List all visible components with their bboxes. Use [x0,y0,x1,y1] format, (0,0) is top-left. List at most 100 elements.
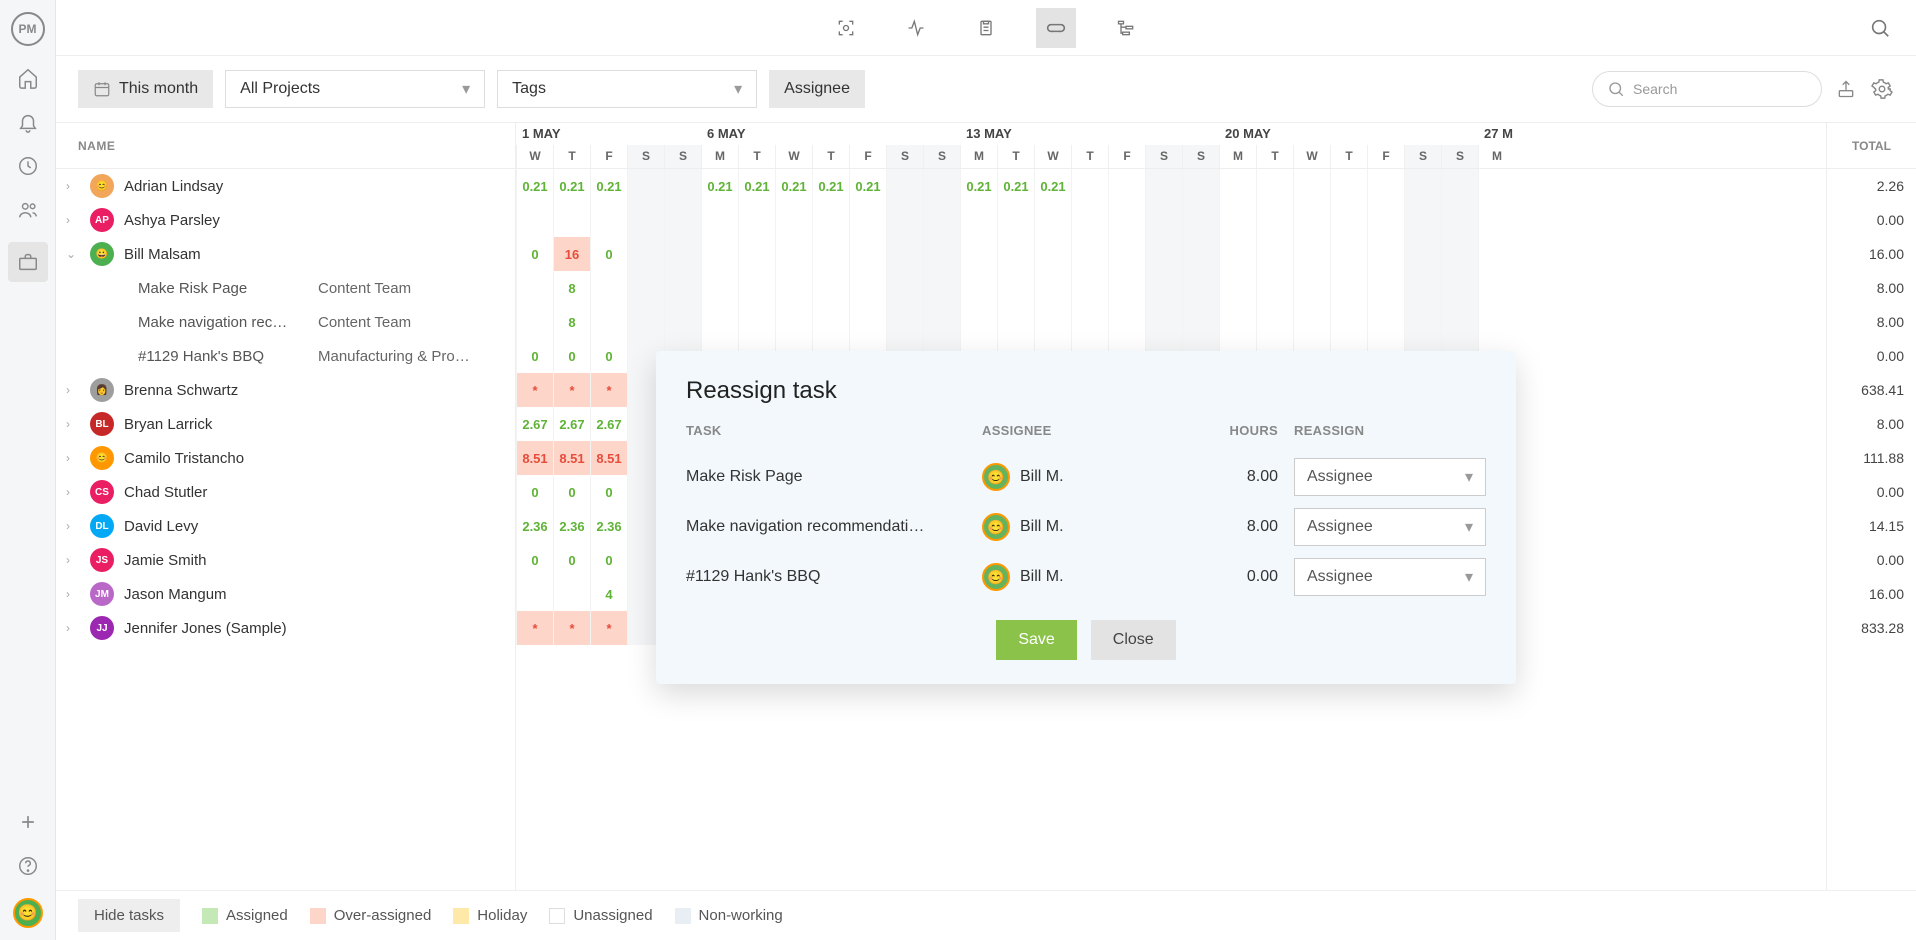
data-cell[interactable] [1034,237,1071,271]
data-cell[interactable] [1256,271,1293,305]
data-cell[interactable] [1182,203,1219,237]
data-cell[interactable] [1182,271,1219,305]
assignee-filter-button[interactable]: Assignee [769,70,865,108]
data-cell[interactable] [886,305,923,339]
data-cell[interactable] [1293,203,1330,237]
person-row[interactable]: ›JJJennifer Jones (Sample) [56,611,515,645]
data-cell[interactable]: 2.36 [590,509,627,543]
person-row[interactable]: ›CSChad Stutler [56,475,515,509]
data-cell[interactable]: 0.21 [812,169,849,203]
data-cell[interactable] [1478,305,1515,339]
data-cell[interactable]: 0 [553,543,590,577]
home-icon[interactable] [16,66,40,90]
data-cell[interactable] [960,305,997,339]
data-cell[interactable] [1293,237,1330,271]
data-cell[interactable]: 0.21 [960,169,997,203]
data-cell[interactable] [1404,237,1441,271]
data-cell[interactable] [701,305,738,339]
data-cell[interactable] [886,271,923,305]
data-cell[interactable] [1404,169,1441,203]
data-cell[interactable] [960,203,997,237]
data-cell[interactable]: 8.51 [516,441,553,475]
chevron-right-icon[interactable]: › [66,519,80,533]
help-icon[interactable] [16,854,40,878]
data-cell[interactable] [1330,271,1367,305]
data-cell[interactable] [738,305,775,339]
data-cell[interactable]: 0 [590,237,627,271]
data-cell[interactable] [627,271,664,305]
data-cell[interactable] [1034,305,1071,339]
data-cell[interactable] [1219,305,1256,339]
global-search-icon[interactable] [1860,8,1900,48]
data-cell[interactable]: 0.21 [849,169,886,203]
clock-icon[interactable] [16,154,40,178]
data-cell[interactable] [738,271,775,305]
data-cell[interactable]: 2.67 [553,407,590,441]
data-cell[interactable] [1478,237,1515,271]
data-cell[interactable] [775,271,812,305]
data-cell[interactable] [627,203,664,237]
chevron-right-icon[interactable]: › [66,179,80,193]
data-cell[interactable] [738,237,775,271]
plus-icon[interactable] [16,810,40,834]
data-cell[interactable] [1404,203,1441,237]
data-cell[interactable] [1256,305,1293,339]
data-cell[interactable]: 0 [590,543,627,577]
data-cell[interactable]: 2.67 [590,407,627,441]
data-cell[interactable] [553,203,590,237]
data-cell[interactable] [1441,237,1478,271]
data-cell[interactable]: 0.21 [775,169,812,203]
reassign-select[interactable]: Assignee▾ [1294,508,1486,546]
data-cell[interactable] [1071,237,1108,271]
data-cell[interactable]: * [553,611,590,645]
data-cell[interactable]: 0.21 [738,169,775,203]
data-cell[interactable] [1293,169,1330,203]
data-cell[interactable] [664,203,701,237]
data-cell[interactable] [1478,203,1515,237]
data-cell[interactable] [1108,169,1145,203]
data-cell[interactable] [701,203,738,237]
chevron-right-icon[interactable]: › [66,451,80,465]
data-cell[interactable] [1219,271,1256,305]
data-cell[interactable] [960,237,997,271]
task-row[interactable]: Make navigation rec…Content Team [56,305,515,339]
scan-icon[interactable] [826,8,866,48]
data-cell[interactable] [1441,203,1478,237]
data-cell[interactable]: 16 [553,237,590,271]
person-row[interactable]: ⌄😀Bill Malsam [56,237,515,271]
data-cell[interactable] [1145,271,1182,305]
data-cell[interactable]: 0 [590,475,627,509]
data-cell[interactable] [1367,203,1404,237]
data-cell[interactable] [1404,305,1441,339]
data-cell[interactable] [1108,237,1145,271]
task-row[interactable]: #1129 Hank's BBQManufacturing & Pro… [56,339,515,373]
flow-icon[interactable] [1106,8,1146,48]
person-row[interactable]: ›JSJamie Smith [56,543,515,577]
data-cell[interactable] [849,237,886,271]
data-cell[interactable] [1071,203,1108,237]
data-cell[interactable] [1367,237,1404,271]
data-cell[interactable] [1182,169,1219,203]
data-cell[interactable] [516,305,553,339]
data-cell[interactable] [775,203,812,237]
data-cell[interactable] [960,271,997,305]
data-cell[interactable] [812,203,849,237]
data-cell[interactable] [738,203,775,237]
data-cell[interactable] [812,271,849,305]
data-cell[interactable] [812,305,849,339]
export-icon[interactable] [1834,77,1858,101]
data-cell[interactable]: 0 [553,339,590,373]
data-cell[interactable] [1182,305,1219,339]
data-cell[interactable] [1108,271,1145,305]
data-cell[interactable] [1034,271,1071,305]
person-row[interactable]: ›😊Adrian Lindsay [56,169,515,203]
data-cell[interactable] [590,271,627,305]
close-button[interactable]: Close [1091,620,1176,660]
chevron-right-icon[interactable]: › [66,417,80,431]
data-cell[interactable] [1071,271,1108,305]
data-cell[interactable] [627,305,664,339]
data-cell[interactable] [664,305,701,339]
data-cell[interactable] [1293,271,1330,305]
data-cell[interactable]: 0.21 [1034,169,1071,203]
data-cell[interactable] [1367,169,1404,203]
